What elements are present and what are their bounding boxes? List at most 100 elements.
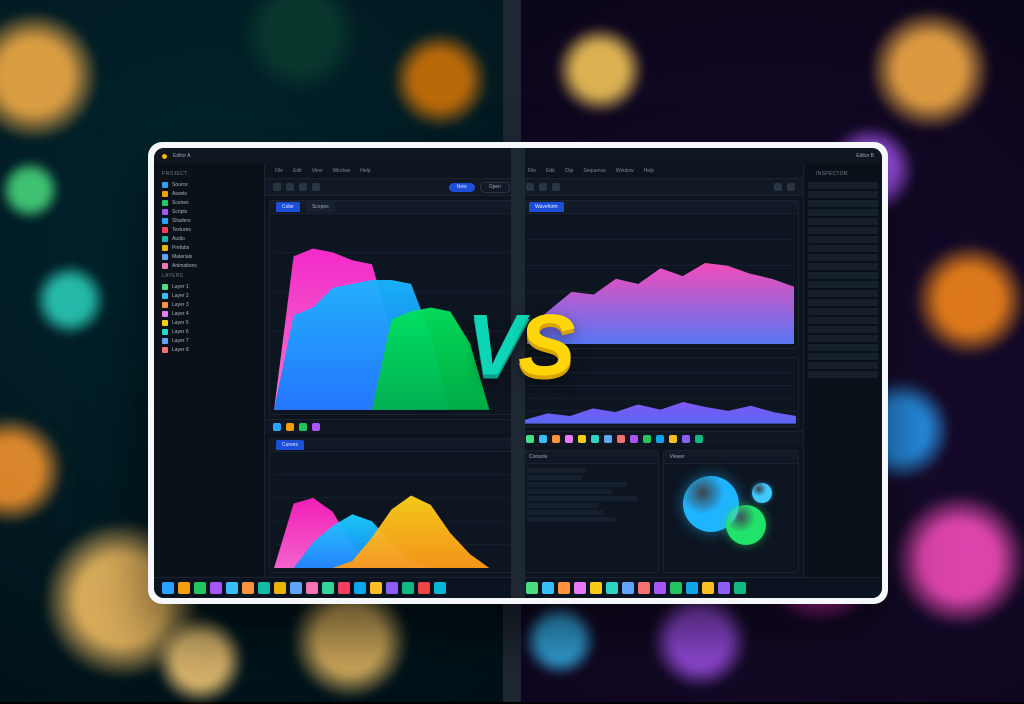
inspector-row[interactable]	[808, 317, 878, 324]
inspector-row[interactable]	[808, 344, 878, 351]
chip-icon[interactable]	[695, 435, 703, 443]
inspector-row[interactable]	[808, 236, 878, 243]
tool-icon[interactable]	[526, 183, 534, 191]
sidebar-item[interactable]: Shaders	[154, 216, 264, 225]
menu-item[interactable]: Help	[644, 164, 654, 178]
chip-icon[interactable]	[630, 435, 638, 443]
sidebar-item[interactable]: Audio	[154, 234, 264, 243]
sidebar-item[interactable]: Scripts	[154, 207, 264, 216]
tool-icon[interactable]	[312, 183, 320, 191]
taskbar-app-icon[interactable]	[606, 582, 618, 594]
tool-icon[interactable]	[787, 183, 795, 191]
chip-icon[interactable]	[682, 435, 690, 443]
inspector-row[interactable]	[808, 281, 878, 288]
sidebar-item[interactable]: Materials	[154, 252, 264, 261]
taskbar-app-icon[interactable]	[542, 582, 554, 594]
taskbar-app-icon[interactable]	[434, 582, 446, 594]
taskbar-app-icon[interactable]	[638, 582, 650, 594]
inspector-row[interactable]	[808, 308, 878, 315]
left-menubar[interactable]: FileEditViewWindowHelp	[265, 164, 518, 179]
tool-icon[interactable]	[774, 183, 782, 191]
chip-icon[interactable]	[604, 435, 612, 443]
inspector-row[interactable]	[808, 227, 878, 234]
menu-item[interactable]: Clip	[565, 164, 574, 178]
taskbar-app-icon[interactable]	[590, 582, 602, 594]
taskbar-app-icon[interactable]	[418, 582, 430, 594]
sidebar-item[interactable]: Prefabs	[154, 243, 264, 252]
inspector-row[interactable]	[808, 245, 878, 252]
chip-icon[interactable]	[565, 435, 573, 443]
tab-color[interactable]: Color	[276, 202, 300, 212]
primary-button[interactable]: New	[449, 183, 475, 192]
taskbar-app-icon[interactable]	[686, 582, 698, 594]
sidebar-item[interactable]: Layer 2	[154, 291, 264, 300]
secondary-button[interactable]: Open	[480, 182, 510, 193]
left-toolbar[interactable]: New Open	[265, 179, 518, 196]
chip-icon[interactable]	[286, 423, 294, 431]
tool-icon[interactable]	[286, 183, 294, 191]
menu-item[interactable]: File	[275, 164, 283, 178]
sidebar-item[interactable]: Assets	[154, 189, 264, 198]
chip-icon[interactable]	[539, 435, 547, 443]
taskbar-app-icon[interactable]	[354, 582, 366, 594]
menu-item[interactable]: Edit	[546, 164, 555, 178]
sidebar-item[interactable]: Layer 4	[154, 309, 264, 318]
menu-item[interactable]: Help	[360, 164, 370, 178]
taskbar-app-icon[interactable]	[274, 582, 286, 594]
taskbar-app-icon[interactable]	[526, 582, 538, 594]
sidebar-item[interactable]: Textures	[154, 225, 264, 234]
chip-icon[interactable]	[578, 435, 586, 443]
inspector-row[interactable]	[808, 200, 878, 207]
tab-curves[interactable]: Curves	[276, 440, 304, 450]
taskbar-app-icon[interactable]	[290, 582, 302, 594]
taskbar-app-icon[interactable]	[258, 582, 270, 594]
menu-item[interactable]: Window	[332, 164, 350, 178]
right-toolbar[interactable]	[518, 179, 803, 196]
chip-icon[interactable]	[273, 423, 281, 431]
inspector-row[interactable]	[808, 335, 878, 342]
tab-waveform[interactable]: Waveform	[529, 202, 564, 212]
inspector-row[interactable]	[808, 209, 878, 216]
chip-icon[interactable]	[312, 423, 320, 431]
right-color-strip[interactable]	[518, 431, 803, 446]
taskbar-app-icon[interactable]	[734, 582, 746, 594]
left-sidebar[interactable]: ProjectSourceAssetsScenesScriptsShadersT…	[154, 164, 265, 577]
tab-scopes[interactable]: Scopes	[306, 202, 335, 212]
taskbar-app-icon[interactable]	[558, 582, 570, 594]
sidebar-item[interactable]: Layer 1	[154, 282, 264, 291]
sidebar-item[interactable]: Animations	[154, 261, 264, 270]
taskbar-right[interactable]	[518, 577, 882, 598]
inspector-row[interactable]	[808, 362, 878, 369]
inspector-row[interactable]	[808, 371, 878, 378]
sidebar-item[interactable]: Layer 5	[154, 318, 264, 327]
inspector-row[interactable]	[808, 299, 878, 306]
inspector-row[interactable]	[808, 272, 878, 279]
inspector-row[interactable]	[808, 254, 878, 261]
console-body[interactable]	[523, 464, 658, 526]
taskbar-app-icon[interactable]	[386, 582, 398, 594]
taskbar-app-icon[interactable]	[178, 582, 190, 594]
menu-item[interactable]: Sequence	[583, 164, 606, 178]
taskbar-app-icon[interactable]	[194, 582, 206, 594]
taskbar-app-icon[interactable]	[210, 582, 222, 594]
sidebar-item[interactable]: Layer 7	[154, 336, 264, 345]
chip-icon[interactable]	[643, 435, 651, 443]
tool-icon[interactable]	[273, 183, 281, 191]
menu-item[interactable]: Window	[616, 164, 634, 178]
sidebar-item[interactable]: Scenes	[154, 198, 264, 207]
chip-icon[interactable]	[552, 435, 560, 443]
right-menubar[interactable]: FileEditClipSequenceWindowHelp	[518, 164, 803, 179]
inspector-row[interactable]	[808, 353, 878, 360]
taskbar-app-icon[interactable]	[574, 582, 586, 594]
chip-icon[interactable]	[591, 435, 599, 443]
taskbar-app-icon[interactable]	[370, 582, 382, 594]
taskbar-app-icon[interactable]	[338, 582, 350, 594]
left-mid-strip[interactable]	[265, 419, 518, 434]
taskbar-app-icon[interactable]	[306, 582, 318, 594]
sidebar-item[interactable]: Layer 8	[154, 345, 264, 354]
taskbar-app-icon[interactable]	[622, 582, 634, 594]
taskbar-app-icon[interactable]	[162, 582, 174, 594]
sidebar-item[interactable]: Source	[154, 180, 264, 189]
taskbar-left[interactable]	[154, 577, 518, 598]
menu-item[interactable]: Edit	[293, 164, 302, 178]
